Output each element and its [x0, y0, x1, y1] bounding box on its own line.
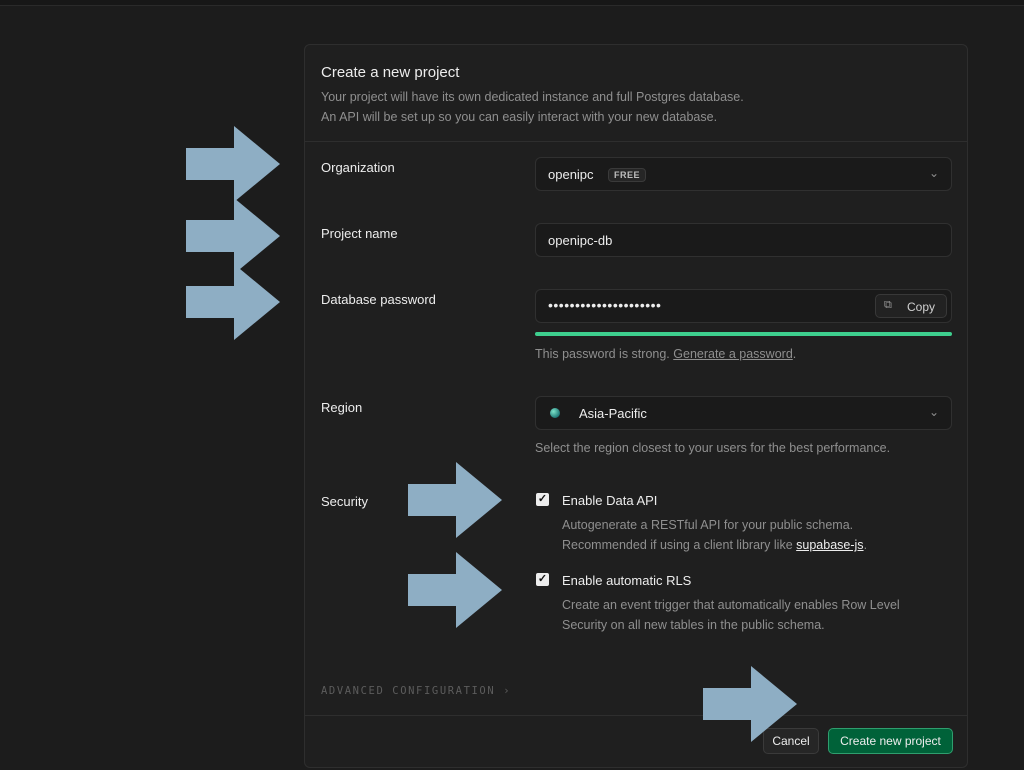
supabase-js-link[interactable]: supabase-js	[796, 538, 863, 552]
password-hint-text: This password is strong.	[535, 347, 670, 361]
enable-automatic-rls-label[interactable]: Enable automatic RLS	[562, 573, 691, 588]
project-name-label: Project name	[321, 226, 398, 241]
password-strength-bar	[535, 332, 952, 336]
password-hint: This password is strong. Generate a pass…	[535, 347, 796, 361]
enable-automatic-rls-checkbox[interactable]: ✓	[536, 573, 549, 586]
project-name-value: openipc-db	[548, 233, 613, 248]
rls-desc-line-2: Security on all new tables in the public…	[562, 618, 825, 632]
annotation-arrow-create-project	[703, 666, 797, 742]
organization-label: Organization	[321, 160, 395, 175]
create-new-project-button[interactable]: Create new project	[828, 728, 953, 754]
region-value: Asia-Pacific	[579, 406, 647, 421]
security-label: Security	[321, 494, 368, 509]
enable-data-api-checkbox[interactable]: ✓	[536, 493, 549, 506]
dialog-title: Create a new project	[321, 64, 460, 81]
rls-desc-line-1: Create an event trigger that automatical…	[562, 598, 900, 612]
copy-button-label: Copy	[907, 300, 936, 314]
data-api-desc-line-2: Recommended if using a client library li…	[562, 535, 952, 555]
subtitle-line-1: Your project will have its own dedicated…	[321, 90, 744, 104]
advanced-configuration-toggle[interactable]: ADVANCED CONFIGURATION ›	[321, 685, 511, 697]
chevron-down-icon: ⌄	[928, 405, 939, 419]
database-password-label: Database password	[321, 292, 436, 307]
dialog-subtitle: Your project will have its own dedicated…	[321, 87, 921, 127]
project-name-input[interactable]: openipc-db	[535, 223, 952, 257]
chevron-right-icon: ›	[503, 685, 512, 697]
dialog-header: Create a new project Your project will h…	[305, 45, 967, 142]
region-hint: Select the region closest to your users …	[535, 441, 891, 455]
create-project-dialog: Create a new project Your project will h…	[304, 44, 968, 768]
rls-description: Create an event trigger that automatical…	[562, 595, 952, 635]
data-api-desc-line-2-text: Recommended if using a client library li…	[562, 538, 793, 552]
annotation-arrow-rls	[408, 552, 502, 628]
annotation-arrow-password	[186, 264, 280, 340]
copy-password-button[interactable]: ⧉ Copy	[875, 294, 947, 318]
copy-icon: ⧉	[884, 299, 892, 311]
chevron-down-icon: ⌄	[928, 166, 939, 180]
organization-select[interactable]: openipc FREE ⌄	[535, 157, 952, 191]
data-api-description: Autogenerate a RESTful API for your publ…	[562, 515, 952, 555]
annotation-arrow-project-name	[186, 198, 280, 274]
region-select[interactable]: Asia-Pacific ⌄	[535, 396, 952, 430]
globe-icon	[550, 408, 560, 418]
annotation-arrow-organization	[186, 126, 280, 202]
advanced-configuration-label: ADVANCED CONFIGURATION	[321, 685, 496, 697]
subtitle-line-2: An API will be set up so you can easily …	[321, 110, 718, 124]
password-hint-suffix: .	[792, 347, 797, 361]
dialog-footer: Cancel Create new project	[305, 715, 967, 770]
window-top-bar	[0, 0, 1024, 6]
organization-value: openipc	[548, 167, 594, 182]
annotation-arrow-data-api	[408, 462, 502, 538]
enable-data-api-label[interactable]: Enable Data API	[562, 493, 657, 508]
database-password-input[interactable]: ••••••••••••••••••••• ⧉ Copy	[535, 289, 952, 323]
region-label: Region	[321, 400, 363, 415]
data-api-desc-line-2-suffix: .	[863, 538, 868, 552]
password-masked-value: •••••••••••••••••••••	[548, 297, 662, 313]
data-api-desc-line-1: Autogenerate a RESTful API for your publ…	[562, 518, 854, 532]
plan-badge: FREE	[608, 168, 647, 182]
generate-password-link[interactable]: Generate a password	[673, 347, 793, 361]
